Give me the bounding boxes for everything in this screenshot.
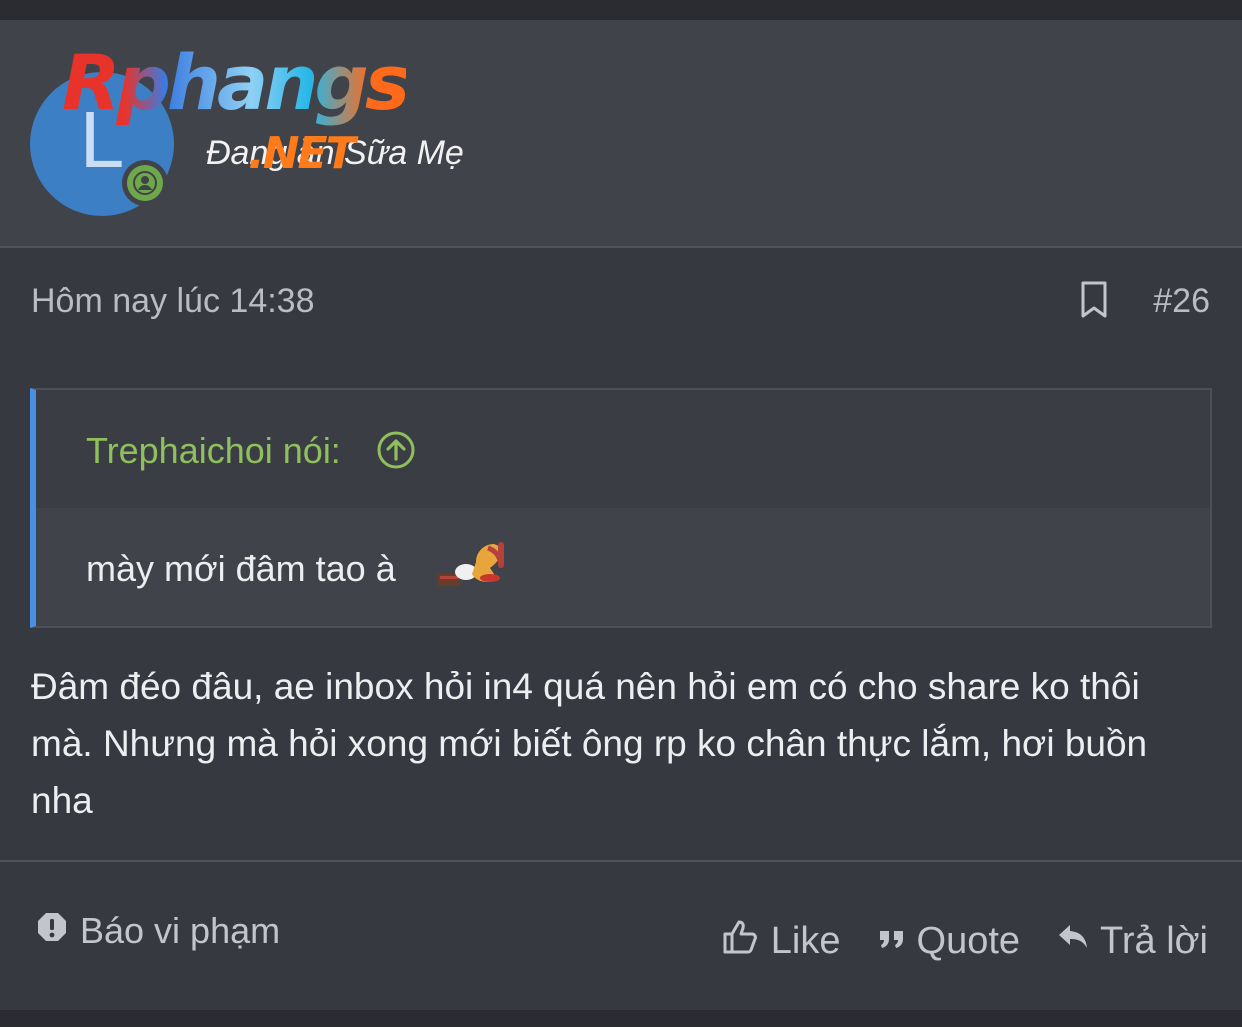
post-number[interactable]: #26 (1153, 282, 1210, 321)
report-label: Báo vi phạm (80, 910, 281, 951)
post-time[interactable]: Hôm nay lúc 14:38 (31, 282, 315, 321)
report-button[interactable]: Báo vi phạm (36, 910, 280, 952)
post-meta: Hôm nay lúc 14:38 #26 (0, 278, 1242, 328)
arrow-up-circle-icon[interactable] (376, 430, 416, 470)
post-card: L Rphangs Đang ăn Sữa Mẹ .NET Hôm nay lú… (0, 20, 1242, 1010)
quote-block: Trephaichoi nói: mày mới đâm tao à (30, 388, 1212, 628)
like-label: Like (770, 919, 841, 962)
reply-button[interactable]: Trả lời (1056, 919, 1208, 963)
alert-icon (36, 910, 68, 952)
logo-text: Rphangs (62, 38, 410, 127)
quote-text: mày mới đâm tao à (86, 548, 396, 589)
post-actions: Like Quote Trả lời (721, 916, 1208, 966)
quote-header: Trephaichoi nói: (36, 390, 1210, 508)
quote-icon (877, 920, 907, 963)
quote-author[interactable]: Trephaichoi nói: (86, 430, 341, 472)
bookmark-icon[interactable] (1078, 280, 1110, 320)
user-header: L Rphangs Đang ăn Sữa Mẹ .NET (0, 20, 1242, 248)
like-button[interactable]: Like (721, 916, 841, 966)
reply-label: Trả lời (1100, 919, 1208, 962)
thumbs-up-icon (721, 916, 761, 966)
quote-button[interactable]: Quote (877, 919, 1021, 963)
logo-net: .NET (248, 128, 356, 179)
post-content: Đâm đéo đâu, ae inbox hỏi in4 quá nên hỏ… (31, 666, 1148, 821)
quote-label: Quote (916, 919, 1021, 962)
rocket-emoji-icon (436, 538, 516, 592)
post-footer: Báo vi phạm Like Quote Trả lời (0, 860, 1242, 1012)
forum-logo[interactable]: Rphangs Đang ăn Sữa Mẹ .NET (58, 32, 478, 179)
reply-icon (1056, 919, 1090, 963)
